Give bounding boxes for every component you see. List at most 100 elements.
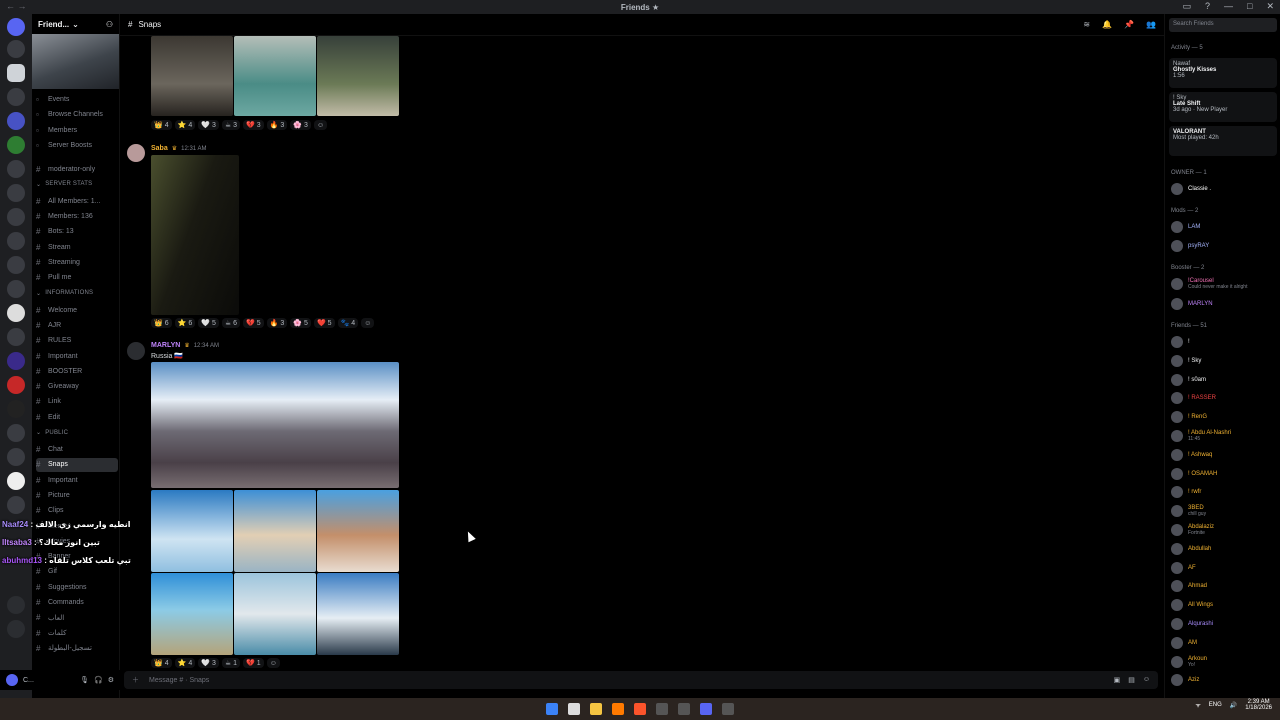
reaction-button[interactable]: 🤍 5 <box>198 318 219 328</box>
minimize-button[interactable]: — <box>1224 1 1233 12</box>
activity-card[interactable]: Nawaf Ghostly Kisses 1:56 <box>1169 58 1277 88</box>
channel-item[interactable]: # العاب <box>36 611 118 625</box>
channel-item[interactable]: # Clips <box>36 504 118 518</box>
member-list-icon[interactable]: 👥 <box>1146 20 1156 29</box>
channel-item[interactable]: # Link <box>36 395 118 409</box>
channel-item[interactable]: # Bots: 13 <box>36 225 118 239</box>
message-image[interactable] <box>317 490 399 572</box>
message-input[interactable]: Message # · Snaps <box>149 677 209 684</box>
discover-icon[interactable] <box>7 620 25 638</box>
message-image[interactable] <box>234 573 316 655</box>
member-item[interactable]: ! Sky <box>1171 353 1279 369</box>
member-item[interactable]: Abdullah <box>1171 541 1279 557</box>
message-image[interactable] <box>317 573 399 655</box>
member-item[interactable]: Arkoun Yo! <box>1171 654 1279 670</box>
member-item[interactable]: AM <box>1171 635 1279 651</box>
discord-home-icon[interactable] <box>7 18 25 36</box>
reaction-button[interactable]: 🔥 3 <box>266 120 288 130</box>
sidebar-item[interactable]: ▫ Browse Channels <box>36 108 118 122</box>
server-icon[interactable] <box>7 376 25 394</box>
server-icon[interactable] <box>7 232 25 250</box>
discord-icon[interactable] <box>700 703 712 715</box>
reaction-button[interactable]: ⭐ 6 <box>174 318 196 328</box>
member-item[interactable]: ! <box>1171 334 1279 350</box>
server-icon[interactable] <box>7 424 25 442</box>
windows-start-icon[interactable] <box>546 703 558 715</box>
gear-icon[interactable]: ⚙ <box>108 676 114 684</box>
member-item[interactable]: !Carousel Could never make it alright <box>1171 276 1279 292</box>
server-icon[interactable] <box>7 280 25 298</box>
channel-category[interactable]: ⌄ PUBLIC <box>36 426 118 440</box>
folder-icon[interactable] <box>7 112 25 130</box>
channel-item[interactable]: # BOOSTER <box>36 364 118 378</box>
add-server-icon[interactable] <box>7 596 25 614</box>
activity-card[interactable]: ! Sky Late Shift 3d ago · New Player <box>1169 92 1277 122</box>
server-icon[interactable] <box>7 472 25 490</box>
reaction-button[interactable]: 🤍 3 <box>198 120 219 130</box>
channel-item[interactable]: # Members: 136 <box>36 210 118 224</box>
message-image[interactable] <box>151 36 233 116</box>
reaction-button[interactable]: 💔 5 <box>243 318 264 328</box>
brave-browser-icon[interactable] <box>634 703 646 715</box>
channel-item[interactable]: # تسجيل-البطولة <box>36 641 118 655</box>
sidebar-item[interactable]: ▫ Members <box>36 123 118 137</box>
member-item[interactable]: Alqurashi <box>1171 616 1279 632</box>
pin-icon[interactable]: 📌 <box>1124 20 1134 29</box>
inbox-icon[interactable]: ▭ <box>1182 1 1191 12</box>
message-image[interactable] <box>234 490 316 572</box>
channel-item[interactable]: # Picture <box>36 488 118 502</box>
server-icon[interactable] <box>7 160 25 178</box>
member-item[interactable]: 3BED chill guy <box>1171 503 1279 519</box>
reaction-button[interactable]: ⭐ 4 <box>174 658 196 668</box>
channel-item[interactable]: # Edit <box>36 410 118 424</box>
reaction-button[interactable]: 👑 4 <box>151 658 172 668</box>
volume-icon[interactable]: 🔊 <box>1230 702 1237 709</box>
channel-item[interactable]: # Stream <box>36 240 118 254</box>
member-item[interactable]: ! rwfr <box>1171 484 1279 500</box>
reaction-button[interactable]: ☕ 3 <box>221 120 241 130</box>
server-icon[interactable] <box>7 304 25 322</box>
member-item[interactable]: ! RASSER <box>1171 390 1279 406</box>
gift-icon[interactable]: ▣ <box>1114 676 1121 684</box>
channel-item[interactable]: # Important <box>36 349 118 363</box>
channel-category[interactable]: ⌄ INFORMATIONS <box>36 286 118 300</box>
member-item[interactable]: ! s0am <box>1171 372 1279 388</box>
reaction-button[interactable]: ⭐ 4 <box>174 120 196 130</box>
bell-icon[interactable]: 🔔 <box>1102 20 1112 29</box>
channel-item[interactable]: # RULES <box>36 334 118 348</box>
channel-item[interactable]: # Welcome <box>36 303 118 317</box>
member-item[interactable]: ! Abdu Al-Nashri 11:45 <box>1171 428 1279 444</box>
avatar[interactable] <box>127 342 145 360</box>
member-item[interactable]: ! Ashwaq <box>1171 447 1279 463</box>
search-icon[interactable] <box>568 703 580 715</box>
channel-item[interactable]: # Giveaway <box>36 380 118 394</box>
channel-item[interactable]: # All Members: 1... <box>36 194 118 208</box>
channel-item[interactable]: # Commands <box>36 596 118 610</box>
reaction-button[interactable]: ❤️ 5 <box>313 318 335 328</box>
server-icon[interactable] <box>7 208 25 226</box>
reaction-button[interactable]: 🔥 3 <box>266 318 288 328</box>
message-image[interactable] <box>151 155 239 315</box>
server-icon[interactable] <box>7 40 25 58</box>
channel-item[interactable]: # كلمات <box>36 626 118 640</box>
reaction-button[interactable]: 🤍 3 <box>198 658 219 668</box>
sticker-icon[interactable]: ▤ <box>1128 676 1135 684</box>
server-name-header[interactable]: Friend... ⌄ ⚇ <box>32 14 119 34</box>
avatar[interactable] <box>127 144 145 162</box>
help-icon[interactable]: ? <box>1205 1 1210 12</box>
message-image[interactable] <box>317 36 399 116</box>
channel-item[interactable]: # Chat <box>36 443 118 457</box>
server-icon[interactable] <box>7 136 25 154</box>
channel-item[interactable]: # moderator-only <box>36 162 118 176</box>
reaction-button[interactable]: 🐾 4 <box>337 318 359 328</box>
member-item[interactable]: ! RenG <box>1171 409 1279 425</box>
server-icon[interactable] <box>7 256 25 274</box>
channel-category[interactable]: ⌄ SERVER STATS <box>36 177 118 191</box>
member-item[interactable]: All Wings <box>1171 597 1279 613</box>
member-item[interactable]: AF <box>1171 560 1279 576</box>
channel-item[interactable]: # AJR <box>36 318 118 332</box>
avatar[interactable] <box>6 674 18 686</box>
server-icon[interactable] <box>7 352 25 370</box>
member-item[interactable]: psyRAY <box>1171 238 1279 254</box>
server-icon[interactable] <box>7 496 25 514</box>
